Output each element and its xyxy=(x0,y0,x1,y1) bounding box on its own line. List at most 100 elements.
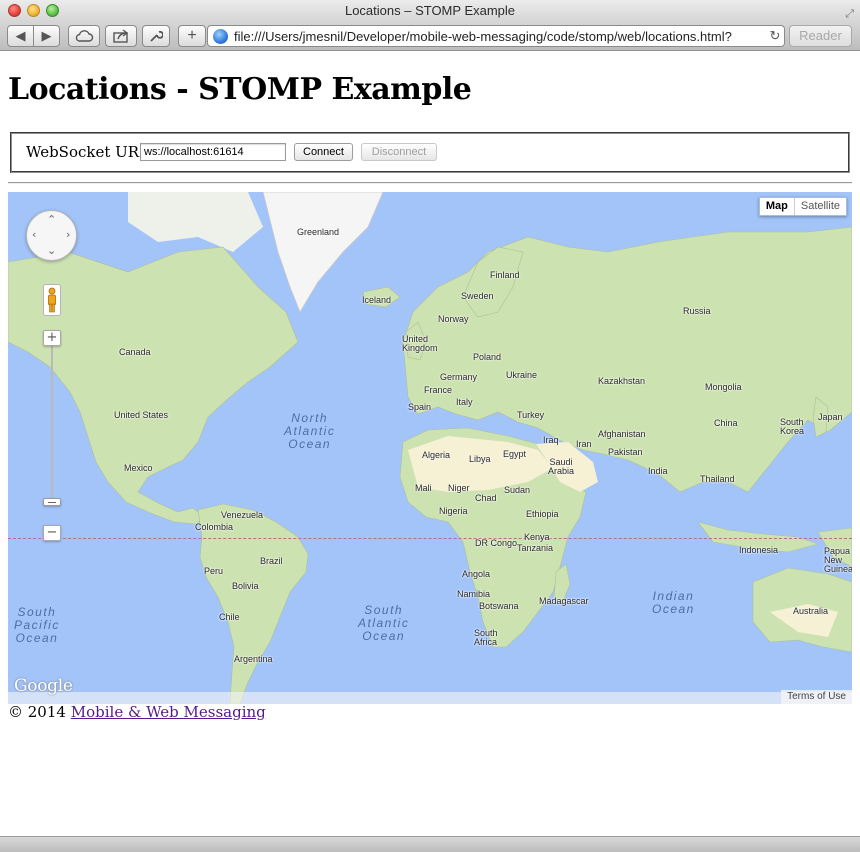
indian-ocean-label: Indian Ocean xyxy=(652,589,695,616)
north-atlantic-label: North Atlantic Ocean xyxy=(284,411,336,451)
country-label: Norway xyxy=(438,314,469,324)
zoom-slider-track[interactable] xyxy=(51,344,53,504)
country-label: Ukraine xyxy=(506,370,538,380)
country-label: Bolivia xyxy=(232,581,259,591)
globe-icon xyxy=(213,28,228,44)
country-label: Ethiopia xyxy=(526,509,559,519)
country-label: Canada xyxy=(119,347,151,357)
window-title: Locations – STOMP Example xyxy=(344,3,516,18)
country-label: Madagascar xyxy=(539,596,589,606)
share-icon xyxy=(113,29,129,43)
page-title: Locations - STOMP Example xyxy=(8,72,472,107)
close-window-button[interactable] xyxy=(8,4,21,17)
pan-control[interactable]: ⌃ ⌄ ‹ › xyxy=(26,210,77,261)
forward-button[interactable]: ▶ xyxy=(33,25,60,47)
country-label: Germany xyxy=(440,372,478,382)
map-type-control: Map Satellite xyxy=(758,197,847,216)
zoom-in-button[interactable]: + xyxy=(43,330,61,346)
country-label: Egypt xyxy=(503,449,527,459)
new-tab-button[interactable]: + xyxy=(178,25,206,47)
country-label: Kazakhstan xyxy=(598,376,646,386)
icloud-tabs-button[interactable] xyxy=(68,25,100,47)
world-map[interactable]: North Atlantic Ocean South Atlantic Ocea… xyxy=(8,192,852,704)
connection-fieldset: WebSocket URL ws://localhost:61614 Conne… xyxy=(10,132,850,173)
country-label: South Africa xyxy=(474,628,498,647)
pan-right-icon[interactable]: › xyxy=(66,228,70,241)
websocket-url-input[interactable]: ws://localhost:61614 xyxy=(140,143,286,161)
country-label: Indonesia xyxy=(739,545,779,555)
window-titlebar: Locations – STOMP Example ⤢ xyxy=(0,0,860,22)
country-label: Chile xyxy=(219,612,240,622)
south-atlantic-label: South Atlantic Ocean xyxy=(358,603,410,643)
zoom-out-button[interactable]: − xyxy=(43,525,61,541)
back-arrow-icon: ◀ xyxy=(15,28,26,43)
country-label: Argentina xyxy=(234,654,273,664)
country-label: Algeria xyxy=(422,450,451,460)
country-label: Sweden xyxy=(461,291,494,301)
page-footer: © 2014 Mobile & Web Messaging xyxy=(8,703,266,721)
horizontal-divider xyxy=(8,182,852,184)
country-label: France xyxy=(424,385,453,395)
country-label: Mongolia xyxy=(705,382,742,392)
map-type-map-button[interactable]: Map xyxy=(760,198,795,215)
country-label: Australia xyxy=(793,606,829,616)
country-label: Greenland xyxy=(297,227,340,237)
country-label: Peru xyxy=(204,566,224,576)
country-label: Brazil xyxy=(260,556,283,566)
country-label: Angola xyxy=(462,569,491,579)
developer-tools-button[interactable] xyxy=(142,25,170,47)
terms-of-use-link[interactable]: Terms of Use xyxy=(781,690,852,704)
country-label: Iraq xyxy=(543,435,559,445)
map-type-satellite-button[interactable]: Satellite xyxy=(795,198,846,215)
country-label: United States xyxy=(114,410,169,420)
country-label: Russia xyxy=(683,306,711,316)
country-label: China xyxy=(714,418,738,428)
cloud-icon xyxy=(75,30,94,42)
south-pacific-label: South Pacific Ocean xyxy=(14,605,60,645)
country-label: Afghanistan xyxy=(598,429,646,439)
map-land-layer xyxy=(8,192,852,704)
pan-down-icon[interactable]: ⌄ xyxy=(47,244,56,257)
address-text[interactable]: file:///Users/jmesnil/Developer/mobile-w… xyxy=(234,29,766,44)
country-label: Spain xyxy=(408,402,432,412)
zoom-slider-handle[interactable] xyxy=(43,498,61,506)
country-label: Papua New Guinea xyxy=(824,546,852,574)
browser-status-bar xyxy=(0,836,860,852)
country-label: Venezuela xyxy=(221,510,264,520)
country-label: Libya xyxy=(469,454,491,464)
connect-button[interactable]: Connect xyxy=(294,143,353,161)
websocket-url-label: WebSocket URL xyxy=(26,143,150,161)
country-label: Finland xyxy=(490,270,520,280)
country-label: Colombia xyxy=(195,522,234,532)
minimize-window-button[interactable] xyxy=(27,4,40,17)
country-label: Poland xyxy=(473,352,502,362)
back-button[interactable]: ◀ xyxy=(7,25,34,47)
country-label: Pakistan xyxy=(608,447,643,457)
country-label: Kenya xyxy=(524,532,550,542)
copyright-text: © 2014 xyxy=(8,703,66,721)
browser-toolbar: ◀ ▶ + file:///Users/jmesnil/Developer/mo… xyxy=(0,22,860,51)
wrench-icon xyxy=(150,30,163,42)
google-logo: Google xyxy=(14,676,73,696)
reader-button[interactable]: Reader xyxy=(789,25,852,47)
country-label: DR Congo xyxy=(475,538,518,548)
zoom-window-button[interactable] xyxy=(46,4,59,17)
country-label: South Korea xyxy=(780,417,805,436)
country-label: Mexico xyxy=(124,463,153,473)
disconnect-button[interactable]: Disconnect xyxy=(361,143,437,161)
pan-up-icon[interactable]: ⌃ xyxy=(47,213,56,226)
country-label: Mali xyxy=(415,483,432,493)
plus-icon: + xyxy=(187,27,197,44)
country-label: United Kingdom xyxy=(402,334,438,353)
reload-icon[interactable]: ↻ xyxy=(766,28,784,44)
street-view-pegman-icon[interactable] xyxy=(43,284,61,316)
pan-left-icon[interactable]: ‹ xyxy=(32,228,36,241)
country-label: Sudan xyxy=(504,485,531,495)
country-label: Japan xyxy=(818,412,843,422)
mobile-web-messaging-link[interactable]: Mobile & Web Messaging xyxy=(71,703,266,721)
country-label: Saudi Arabia xyxy=(547,457,574,476)
country-label: Iran xyxy=(576,439,592,449)
address-bar[interactable]: file:///Users/jmesnil/Developer/mobile-w… xyxy=(207,25,785,47)
country-label: Chad xyxy=(475,493,497,503)
share-button[interactable] xyxy=(105,25,137,47)
